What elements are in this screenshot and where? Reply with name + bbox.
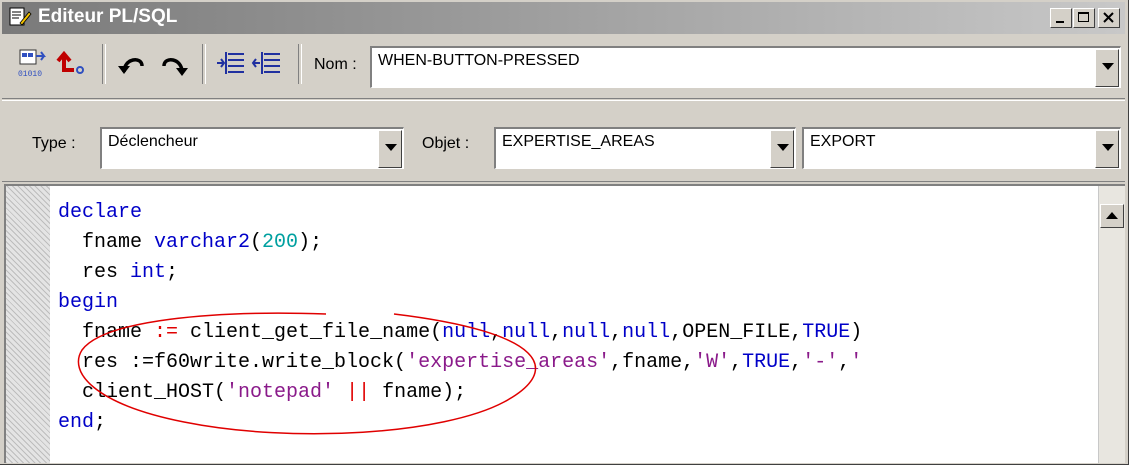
code-token: int (130, 261, 167, 284)
code-editor[interactable]: declare fname varchar2(200); res int; beg… (4, 184, 1125, 463)
code-token: ) (850, 321, 863, 344)
redo-icon[interactable] (154, 46, 190, 82)
code-token: TRUE (742, 351, 791, 374)
close-button[interactable] (1098, 8, 1120, 28)
code-line: res int; (58, 258, 862, 288)
code-token: ,OPEN_FILE, (670, 321, 803, 344)
code-token: ; (166, 261, 179, 284)
code-token: res (58, 261, 131, 284)
code-token: 200 (262, 231, 299, 254)
compile-icon[interactable]: 01010 (16, 46, 52, 82)
toolbar-separator (202, 44, 206, 84)
name-label: Nom : (314, 56, 357, 73)
code-token: declare (58, 201, 143, 224)
code-token: TRUE (802, 321, 851, 344)
item-combo[interactable]: EXPORT (802, 127, 1121, 169)
filter-bar: Type : Déclencheur Objet : EXPERTISE_ARE… (2, 100, 1125, 182)
code-line: declare (58, 198, 862, 228)
window-title: Editeur PL/SQL (38, 6, 178, 27)
code-token: ( (250, 231, 263, 254)
undo-icon[interactable] (116, 46, 152, 82)
maximize-button[interactable] (1073, 8, 1095, 28)
object-label: Objet : (422, 135, 470, 152)
name-dropdown-button[interactable] (1095, 49, 1119, 87)
code-token: , (790, 351, 803, 374)
item-dropdown-button[interactable] (1095, 130, 1119, 168)
editor-app-icon (9, 7, 32, 26)
back-icon[interactable] (54, 46, 90, 82)
vertical-scrollbar[interactable] (1098, 186, 1125, 463)
title-bar[interactable]: Editeur PL/SQL (2, 2, 1125, 34)
plsql-editor-window: Editeur PL/SQL 01010 Nom: WHEN-BUTTON-P… (0, 0, 1129, 465)
minimize-icon (1056, 21, 1064, 23)
object-combo-value: EXPERTISE_AREAS (502, 133, 655, 150)
code-line: fname varchar2(200); (58, 228, 862, 258)
code-token: varchar2 (154, 231, 251, 254)
code-token: fname (58, 231, 155, 254)
maximize-icon (1078, 12, 1089, 22)
code-token: ); (298, 231, 323, 254)
outdent-icon[interactable] (250, 46, 286, 82)
code-token: , (838, 351, 851, 374)
code-token: '-' (802, 351, 839, 374)
type-combo-value: Déclencheur (108, 133, 198, 150)
type-label: Type : (32, 135, 76, 152)
name-combo[interactable]: WHEN-BUTTON-PRESSED (370, 46, 1121, 88)
code-token: , (730, 351, 743, 374)
red-ellipse-annotation (77, 312, 537, 435)
code-token: null (622, 321, 671, 344)
code-token: ' (850, 351, 863, 374)
close-icon (1103, 12, 1114, 23)
type-dropdown-button[interactable] (378, 130, 402, 168)
indent-icon[interactable] (214, 46, 250, 82)
name-combo-value: WHEN-BUTTON-PRESSED (378, 52, 580, 69)
object-combo[interactable]: EXPERTISE_AREAS (494, 127, 796, 169)
svg-text:01010: 01010 (18, 70, 42, 79)
minimize-button[interactable] (1050, 8, 1072, 28)
toolbar-separator (102, 44, 106, 84)
editor-gutter (6, 186, 50, 463)
code-token: 'W' (694, 351, 731, 374)
item-combo-value: EXPORT (810, 133, 876, 150)
scroll-up-button[interactable] (1100, 204, 1124, 228)
type-combo[interactable]: Déclencheur (100, 127, 404, 169)
toolbar: 01010 Nom: WHEN-BUTTON-PRESSED (2, 36, 1125, 99)
object-dropdown-button[interactable] (770, 130, 794, 168)
toolbar-separator (298, 44, 302, 84)
